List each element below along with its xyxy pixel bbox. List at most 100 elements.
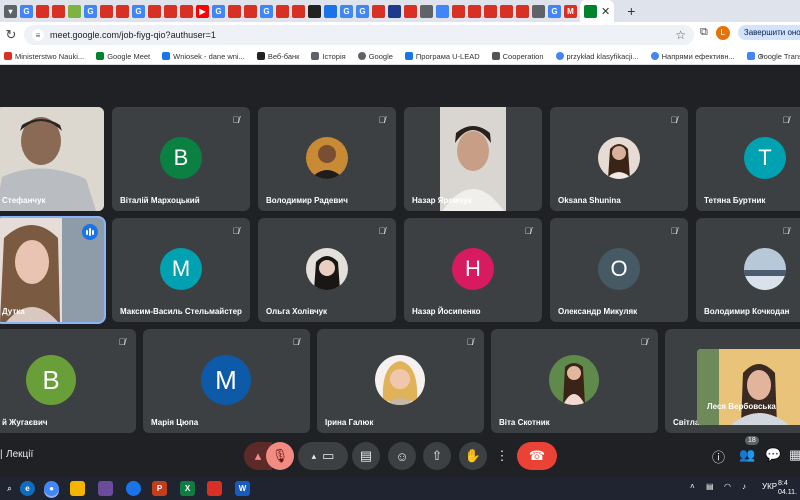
tab-google-icon[interactable]: G xyxy=(20,4,33,18)
tab-pdf-icon[interactable] xyxy=(372,4,385,18)
tab-pdf-icon[interactable] xyxy=(244,4,257,18)
chrome-icon[interactable]: ● xyxy=(44,481,59,496)
file-explorer-icon[interactable] xyxy=(70,481,85,496)
chat-icon[interactable]: 💬 xyxy=(765,447,781,463)
system-clock[interactable]: 8:4 04.11. xyxy=(778,479,797,497)
tab-app-icon[interactable] xyxy=(436,4,449,18)
tab-pdf-icon[interactable] xyxy=(452,4,465,18)
address-bar[interactable]: ≡ meet.google.com/job-fiyg-qio?authuser=… xyxy=(24,25,694,45)
input-language[interactable]: УКР xyxy=(762,482,777,491)
bookmark-item[interactable]: Google Meet xyxy=(96,52,150,61)
tab-pdf-icon[interactable] xyxy=(484,4,497,18)
participant-tile[interactable]: 🎙̸ M Марія Цюпа xyxy=(143,329,310,433)
participant-tile[interactable]: 🎙̸ H Назар Йосипенко xyxy=(404,218,542,322)
tab-pdf-icon[interactable] xyxy=(180,4,193,18)
powerpoint-icon[interactable]: P xyxy=(152,481,167,496)
participant-tile[interactable]: Стефанчук xyxy=(0,107,104,211)
tab-pdf-icon[interactable] xyxy=(100,4,113,18)
tab-pdf-icon[interactable] xyxy=(292,4,305,18)
tab-pdf-icon[interactable] xyxy=(148,4,161,18)
present-button[interactable]: ⇧ xyxy=(423,442,451,470)
tab-pdf-icon[interactable] xyxy=(164,4,177,18)
tab-gmail-icon[interactable]: M xyxy=(564,4,577,18)
tab-google-icon[interactable]: G xyxy=(548,4,561,18)
participant-tile[interactable]: 🎙̸ M Максим-Василь Стельмайстер xyxy=(112,218,250,322)
tab-pdf-icon[interactable] xyxy=(404,4,417,18)
app-icon[interactable] xyxy=(126,481,141,496)
bookmark-item[interactable]: Ministerstwo Nauki... xyxy=(4,52,84,61)
participant-tile[interactable]: 🎙̸ Володимир Радевич xyxy=(258,107,396,211)
meeting-info-icon[interactable]: ⓘ xyxy=(712,447,725,466)
bookmark-item[interactable]: Cooperation xyxy=(491,52,544,61)
tab-app-icon[interactable] xyxy=(308,4,321,18)
tab-pdf-icon[interactable] xyxy=(36,4,49,18)
excel-icon[interactable]: X xyxy=(180,481,195,496)
tab-youtube-icon[interactable]: ▶ xyxy=(196,4,209,18)
self-view-tile[interactable]: Леся Вербовська xyxy=(697,349,800,425)
tab-eu-icon[interactable] xyxy=(388,4,401,18)
bookmark-item[interactable]: Google Translate xyxy=(746,52,800,61)
participant-tile[interactable]: 🎙̸ Oksana Shunina xyxy=(550,107,688,211)
tray-chevron-up-icon[interactable]: ˄ xyxy=(690,482,695,491)
bookmark-item[interactable]: Історія xyxy=(311,52,346,61)
tab-pdf-icon[interactable] xyxy=(228,4,241,18)
tab-meet-active[interactable]: ✕ xyxy=(580,0,615,22)
camera-toggle-button[interactable]: ▴ ▭ xyxy=(298,442,348,470)
tab-pdf-icon[interactable] xyxy=(52,4,65,18)
network-icon[interactable]: ▤ xyxy=(706,482,714,491)
tab-google-icon[interactable]: G xyxy=(340,4,353,18)
app-icon[interactable] xyxy=(98,481,113,496)
search-icon[interactable]: ⌕ xyxy=(2,481,17,496)
bookmark-item[interactable]: Програма U-LEAD xyxy=(404,52,480,61)
participant-tile[interactable]: 🎙̸ O Олександр Микуляк xyxy=(550,218,688,322)
bookmark-star-icon[interactable]: ☆ xyxy=(675,28,686,42)
bookmark-item[interactable]: Веб-банк xyxy=(256,52,299,61)
new-tab-icon[interactable]: + xyxy=(627,3,635,19)
reload-icon[interactable]: ↻ xyxy=(2,27,20,43)
tab-google-icon[interactable]: G xyxy=(212,4,225,18)
tab-pdf-icon[interactable] xyxy=(500,4,513,18)
complete-update-button[interactable]: Завершити онов xyxy=(737,25,800,40)
participant-tile[interactable]: 🎙̸ B й Жугаєвич xyxy=(0,329,136,433)
mic-toggle-button[interactable]: 🎙 xyxy=(266,442,294,470)
volume-icon[interactable]: ♪ xyxy=(742,482,746,491)
tab-google-icon[interactable]: G xyxy=(356,4,369,18)
tab-app-icon[interactable] xyxy=(68,4,81,18)
raise-hand-button[interactable]: ✋ xyxy=(459,442,487,470)
participant-tile[interactable]: 🎙̸ Володимир Кочкодан xyxy=(696,218,800,322)
participant-tile[interactable]: 🎙̸ Віта Скотник xyxy=(491,329,658,433)
close-tab-icon[interactable]: ✕ xyxy=(601,5,610,18)
activities-icon[interactable]: ▦ xyxy=(789,447,800,463)
tab-pdf-icon[interactable] xyxy=(276,4,289,18)
edge-icon[interactable]: e xyxy=(20,481,35,496)
participant-tile[interactable]: Назар Яремчук xyxy=(404,107,542,211)
tab-search-icon[interactable]: ▾ xyxy=(4,4,17,18)
captions-button[interactable]: ▤ xyxy=(352,442,380,470)
participant-tile[interactable]: 🎙̸ Ольга Холівчук xyxy=(258,218,396,322)
participant-tile[interactable]: 🎙̸ B Віталій Мархоцький xyxy=(112,107,250,211)
tab-app-icon[interactable] xyxy=(532,4,545,18)
tab-google-icon[interactable]: G xyxy=(84,4,97,18)
profile-avatar[interactable]: L xyxy=(715,25,730,40)
bookmark-item[interactable]: Google xyxy=(357,52,393,61)
people-icon[interactable]: 👥 xyxy=(739,447,755,463)
wifi-icon[interactable]: ◠ xyxy=(724,482,731,491)
tab-pdf-icon[interactable] xyxy=(116,4,129,18)
participant-tile-speaking[interactable]: Дутка xyxy=(0,216,106,324)
word-icon[interactable]: W xyxy=(235,481,250,496)
more-options-button[interactable]: ⋮ xyxy=(494,442,510,470)
participant-tile[interactable]: 🎙̸ Ірина Галюк xyxy=(317,329,484,433)
bookmarks-overflow-icon[interactable]: » xyxy=(760,51,764,60)
leave-call-button[interactable]: ☎ xyxy=(517,442,557,470)
bookmark-item[interactable]: przykład klasyfikacji... xyxy=(555,52,639,61)
tab-google-icon[interactable]: G xyxy=(132,4,145,18)
tab-google-icon[interactable]: G xyxy=(260,4,273,18)
reactions-button[interactable]: ☺ xyxy=(388,442,416,470)
extensions-icon[interactable]: ⧉ xyxy=(700,26,708,39)
tab-pdf-icon[interactable] xyxy=(468,4,481,18)
pdf-reader-icon[interactable] xyxy=(207,481,222,496)
site-info-icon[interactable]: ≡ xyxy=(32,29,44,41)
bookmark-item[interactable]: Wniosek - dane wni... xyxy=(162,52,245,61)
tab-doc-icon[interactable] xyxy=(324,4,337,18)
tab-pdf-icon[interactable] xyxy=(516,4,529,18)
